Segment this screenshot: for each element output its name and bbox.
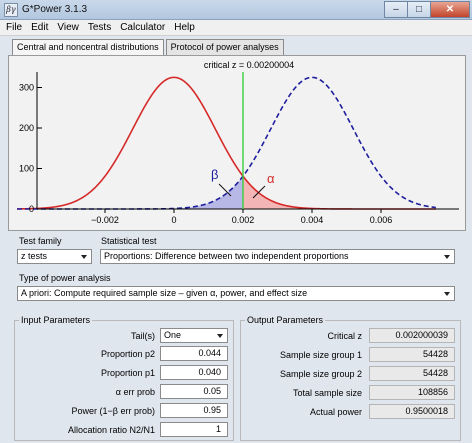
menu-help[interactable]: Help <box>174 20 195 35</box>
tails-select[interactable]: One <box>160 328 228 343</box>
null-distribution-curve <box>17 76 436 210</box>
power-input[interactable]: 0.95 <box>160 403 228 418</box>
output-parameters-title: Output Parameters <box>245 315 326 325</box>
statistical-test-select[interactable]: Proportions: Difference between two inde… <box>100 249 455 264</box>
param-label: Proportion p2 <box>100 349 155 359</box>
alternative-distribution-curve <box>17 76 436 210</box>
allocation-ratio-input[interactable]: 1 <box>160 422 228 437</box>
tails-value: One <box>164 330 182 340</box>
menu-bar: File Edit View Tests Calculator Help <box>0 20 472 36</box>
minimize-icon[interactable]: – <box>384 1 408 18</box>
chevron-down-icon <box>443 252 452 261</box>
statistical-test-label: Statistical test <box>101 236 157 246</box>
param-label: Sample size group 2 <box>279 369 362 379</box>
y-tick-label: 100 <box>19 164 34 174</box>
chevron-down-icon <box>443 289 452 298</box>
input-parameters-title: Input Parameters <box>19 315 93 325</box>
beta-label: β <box>211 167 218 182</box>
test-family-label: Test family <box>19 236 62 246</box>
proportion-p2-input[interactable]: 0.044 <box>160 346 228 361</box>
distribution-chart: 300 200 100 0 −0.002 0 0.002 0.004 0.006 critical… <box>17 60 459 225</box>
x-tick-label: 0.004 <box>301 215 324 225</box>
statistical-test-value: Proportions: Difference between two inde… <box>104 251 349 261</box>
window-title: G*Power 3.1.3 <box>22 4 88 15</box>
param-label: Actual power <box>309 407 362 417</box>
tab-bar: Central and noncentral distributions Pro… <box>12 39 286 56</box>
menu-file[interactable]: File <box>6 20 22 35</box>
total-sample-size-output: 108856 <box>369 385 455 400</box>
alpha-label: α <box>267 171 275 186</box>
sample-size-group2-output: 54428 <box>369 366 455 381</box>
beta-region <box>17 176 244 209</box>
y-tick-label: 0 <box>29 204 34 214</box>
menu-edit[interactable]: Edit <box>31 20 48 35</box>
param-label: Critical z <box>327 331 362 341</box>
chevron-down-icon <box>80 252 89 261</box>
power-analysis-select[interactable]: A priori: Compute required sample size –… <box>17 286 455 301</box>
menu-calculator[interactable]: Calculator <box>120 20 165 35</box>
tab-distributions[interactable]: Central and noncentral distributions <box>12 39 164 56</box>
critical-z-label: critical z = 0.00200004 <box>204 60 294 70</box>
x-tick-label: 0 <box>171 215 176 225</box>
maximize-icon[interactable]: □ <box>407 1 431 18</box>
sample-size-group1-output: 54428 <box>369 347 455 362</box>
title-bar: βγ G*Power 3.1.3 – □ ✕ <box>0 0 472 20</box>
alpha-err-input[interactable]: 0.05 <box>160 384 228 399</box>
tab-protocol[interactable]: Protocol of power analyses <box>165 39 284 55</box>
menu-tests[interactable]: Tests <box>88 20 111 35</box>
tails-label: Tail(s) <box>131 331 155 341</box>
x-tick-label: 0.002 <box>232 215 255 225</box>
param-label: α err prob <box>115 387 155 397</box>
power-analysis-label: Type of power analysis <box>19 273 111 283</box>
close-icon[interactable]: ✕ <box>430 1 470 18</box>
y-tick-label: 200 <box>19 123 34 133</box>
param-label: Power (1−β err prob) <box>71 406 155 416</box>
param-label: Allocation ratio N2/N1 <box>67 425 155 435</box>
x-tick-label: −0.002 <box>91 215 119 225</box>
test-family-value: z tests <box>21 251 48 261</box>
power-analysis-value: A priori: Compute required sample size –… <box>21 288 308 298</box>
critical-z-output: 0.002000039 <box>369 328 455 343</box>
proportion-p1-input[interactable]: 0.040 <box>160 365 228 380</box>
distribution-plot: 300 200 100 0 −0.002 0 0.002 0.004 0.006 critical… <box>8 55 466 231</box>
window-controls: – □ ✕ <box>384 1 470 18</box>
x-tick-label: 0.006 <box>370 215 393 225</box>
menu-view[interactable]: View <box>57 20 79 35</box>
chevron-down-icon <box>216 331 225 340</box>
param-label: Sample size group 1 <box>279 350 362 360</box>
actual-power-output: 0.9500018 <box>369 404 455 419</box>
param-label: Proportion p1 <box>100 368 155 378</box>
y-tick-label: 300 <box>19 83 34 93</box>
param-label: Total sample size <box>292 388 362 398</box>
app-icon: βγ <box>4 3 18 17</box>
test-family-select[interactable]: z tests <box>17 249 92 264</box>
